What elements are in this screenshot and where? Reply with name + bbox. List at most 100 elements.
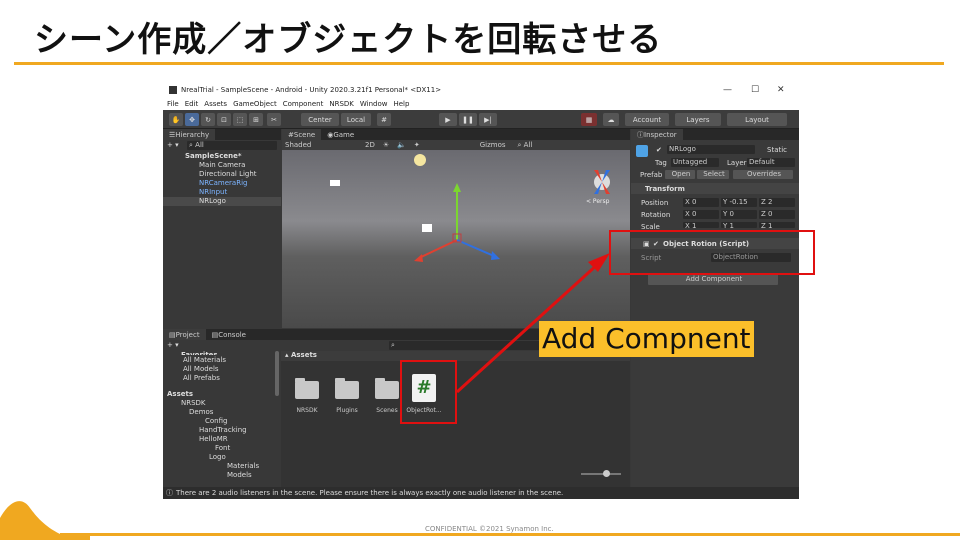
object-name-field[interactable]: NRLogo: [667, 145, 755, 154]
maximize-button[interactable]: ☐: [751, 82, 759, 98]
hierarchy-item-nrlogo[interactable]: NRLogo: [199, 197, 226, 205]
hand-tool-icon[interactable]: ✋: [169, 113, 183, 126]
menu-component[interactable]: Component: [283, 100, 324, 108]
camera-gizmo-icon: [330, 180, 340, 186]
lighting-toggle-icon[interactable]: ☀: [383, 141, 389, 149]
project-add-button[interactable]: + ▾: [167, 341, 179, 349]
folder-icon-plugins[interactable]: [335, 378, 359, 399]
shading-mode-dropdown[interactable]: Shaded: [285, 141, 355, 149]
tree-demos[interactable]: Demos: [189, 408, 213, 416]
menu-gameobject[interactable]: GameObject: [233, 100, 277, 108]
tree-nrsdk[interactable]: NRSDK: [181, 399, 206, 407]
tree-materials[interactable]: Materials: [227, 462, 259, 470]
prefab-open-button[interactable]: Open: [665, 170, 695, 179]
menu-file[interactable]: File: [167, 100, 179, 108]
menu-edit[interactable]: Edit: [185, 100, 199, 108]
close-button[interactable]: ✕: [777, 82, 785, 98]
hierarchy-item-scene[interactable]: SampleScene*: [185, 152, 242, 160]
tree-scrollbar[interactable]: [275, 351, 279, 396]
position-z-field[interactable]: Z 2: [759, 198, 795, 207]
menu-window[interactable]: Window: [360, 100, 388, 108]
rotation-x-field[interactable]: X 0: [683, 210, 719, 219]
audio-toggle-icon[interactable]: 🔈: [397, 141, 406, 149]
tree-font[interactable]: Font: [215, 444, 230, 452]
tab-console[interactable]: ▤ Console: [206, 329, 252, 340]
tree-hellomr[interactable]: HelloMR: [199, 435, 228, 443]
layers-dropdown[interactable]: Layers: [675, 113, 721, 126]
rotate-tool-icon[interactable]: ↻: [201, 113, 215, 126]
hierarchy-item-main-camera[interactable]: Main Camera: [199, 161, 245, 169]
pause-button[interactable]: ❚❚: [459, 113, 477, 126]
effects-toggle-icon[interactable]: ✦: [414, 141, 420, 149]
position-x-field[interactable]: X 0: [683, 198, 719, 207]
prefab-overrides-dropdown[interactable]: Overrides: [733, 170, 793, 179]
grid-snap-icon[interactable]: #: [377, 113, 391, 126]
hierarchy-search-input[interactable]: ⌕ All: [187, 141, 277, 150]
tree-assets[interactable]: Assets: [167, 390, 193, 398]
tab-game[interactable]: ◉ Game: [321, 129, 360, 140]
menu-assets[interactable]: Assets: [204, 100, 227, 108]
tree-logo[interactable]: Logo: [209, 453, 226, 461]
transform-tool-icon[interactable]: ⊞: [249, 113, 263, 126]
pivot-local-button[interactable]: Local: [341, 113, 371, 126]
z-axis-handle: [456, 239, 495, 257]
play-button[interactable]: ▶: [439, 113, 457, 126]
transform-header[interactable]: Transform: [631, 183, 799, 194]
tab-inspector[interactable]: ⓘ Inspector: [631, 129, 683, 140]
rotation-z-field[interactable]: Z 0: [759, 210, 795, 219]
tab-project[interactable]: ▤ Project: [163, 329, 206, 340]
tree-models[interactable]: Models: [227, 471, 252, 479]
sun-light-icon: [414, 154, 426, 166]
scene-viewport[interactable]: < Persp: [282, 150, 630, 328]
layout-dropdown[interactable]: Layout: [727, 113, 787, 126]
move-tool-icon[interactable]: ✥: [185, 113, 199, 126]
scale-z-field[interactable]: Z 1: [759, 222, 795, 228]
scale-y-field[interactable]: Y 1: [721, 222, 757, 228]
2d-toggle[interactable]: 2D: [365, 141, 375, 149]
tree-config[interactable]: Config: [205, 417, 227, 425]
hierarchy-item-nrcamerarig[interactable]: NRCameraRig: [199, 179, 247, 187]
folder-icon-scenes[interactable]: [375, 378, 399, 399]
step-button[interactable]: ▶|: [479, 113, 497, 126]
active-checkbox[interactable]: ✔: [656, 146, 662, 154]
tree-all-materials[interactable]: All Materials: [183, 356, 226, 364]
tree-favorites[interactable]: Favorites: [181, 351, 218, 355]
prefab-select-button[interactable]: Select: [697, 170, 729, 179]
hierarchy-item-directional-light[interactable]: Directional Light: [199, 170, 257, 178]
position-y-field[interactable]: Y -0.15: [721, 198, 757, 207]
tag-dropdown[interactable]: Untagged: [671, 158, 719, 167]
minimize-button[interactable]: —: [723, 82, 732, 98]
tab-scene[interactable]: # Scene: [282, 129, 322, 140]
hierarchy-item-nrinput[interactable]: NRInput: [199, 188, 227, 196]
rotation-y-field[interactable]: Y 0: [721, 210, 757, 219]
hierarchy-add-button[interactable]: + ▾: [167, 141, 179, 149]
add-component-button[interactable]: Add Component: [648, 274, 778, 285]
perspective-label[interactable]: < Persp: [586, 198, 609, 205]
menu-bar: File Edit Assets GameObject Component NR…: [163, 98, 799, 110]
footer-confidential: CONFIDENTIAL ©2021 Synamon Inc.: [425, 525, 554, 533]
cloud-icon[interactable]: ☁: [603, 113, 619, 126]
gizmos-dropdown[interactable]: Gizmos: [480, 141, 506, 149]
layer-dropdown[interactable]: Default: [747, 158, 795, 167]
static-toggle[interactable]: Static: [767, 146, 787, 154]
folder-icon-nrsdk[interactable]: [295, 378, 319, 399]
tree-handtracking[interactable]: HandTracking: [199, 426, 247, 434]
icon-size-slider[interactable]: [581, 473, 621, 475]
menu-nrsdk[interactable]: NRSDK: [329, 100, 354, 108]
scale-x-field[interactable]: X 1: [683, 222, 719, 228]
menu-help[interactable]: Help: [393, 100, 409, 108]
tree-all-prefabs[interactable]: All Prefabs: [183, 374, 220, 382]
collab-icon[interactable]: ▦: [581, 113, 597, 126]
info-icon: ⓘ: [166, 489, 173, 497]
layer-label: Layer: [727, 159, 747, 167]
status-message[interactable]: There are 2 audio listeners in the scene…: [176, 489, 563, 497]
icon-size-slider-thumb[interactable]: [603, 470, 610, 477]
pivot-center-button[interactable]: Center: [301, 113, 339, 126]
scale-tool-icon[interactable]: ⊡: [217, 113, 231, 126]
account-dropdown[interactable]: Account: [625, 113, 669, 126]
rect-tool-icon[interactable]: ⬚: [233, 113, 247, 126]
scene-search-input[interactable]: ⌕ All: [518, 141, 533, 150]
tree-all-models[interactable]: All Models: [183, 365, 219, 373]
custom-tool-icon[interactable]: ✂: [267, 113, 281, 126]
tab-hierarchy[interactable]: ☰ Hierarchy: [163, 129, 216, 140]
